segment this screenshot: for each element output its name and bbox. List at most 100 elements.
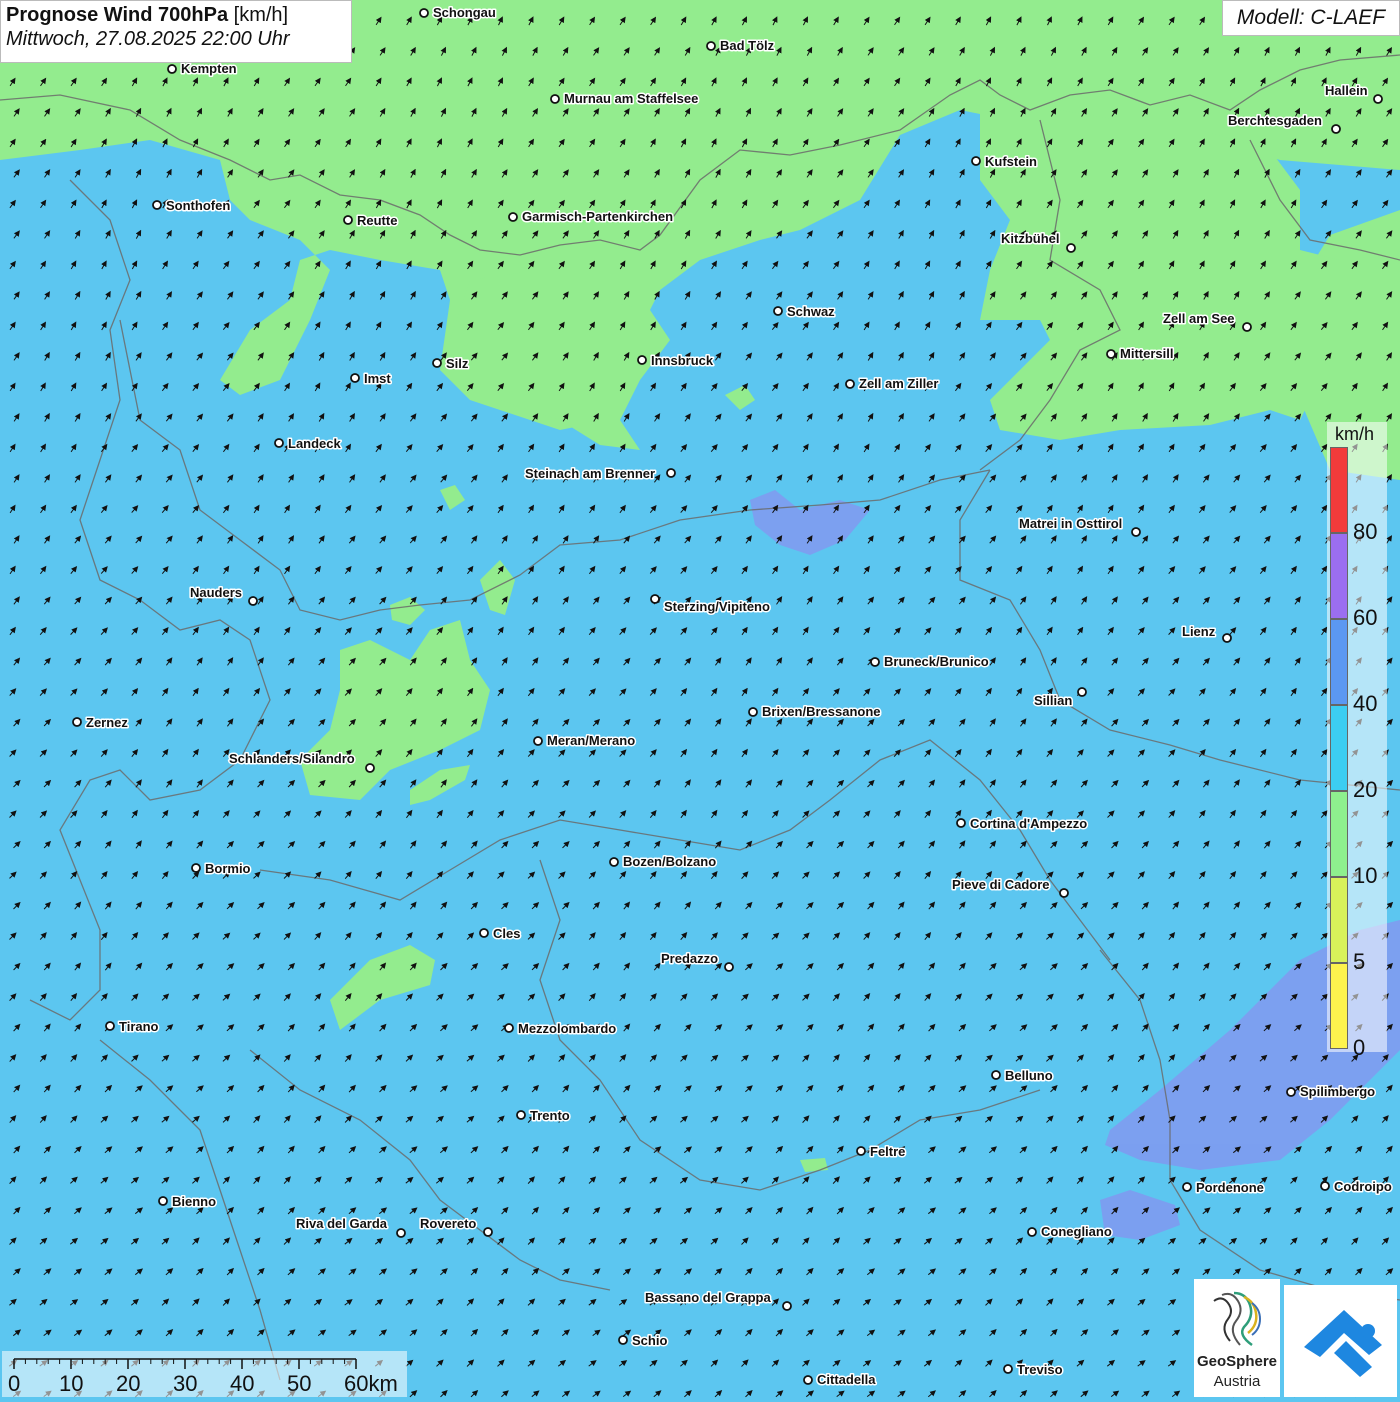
svg-text:Mezzolombardo: Mezzolombardo bbox=[518, 1021, 616, 1036]
city-bozen[interactable]: Bozen/Bolzano bbox=[609, 853, 718, 871]
legend-swatch bbox=[1330, 705, 1348, 791]
svg-text:Kufstein: Kufstein bbox=[985, 154, 1037, 169]
svg-text:Spilimbergo: Spilimbergo bbox=[1300, 1084, 1375, 1099]
svg-text:Sillian: Sillian bbox=[1034, 693, 1072, 708]
scale-label: 50 bbox=[287, 1371, 312, 1396]
svg-text:Schongau: Schongau bbox=[433, 5, 496, 20]
city-cortina[interactable]: Cortina d'Ampezzo bbox=[956, 815, 1089, 833]
map-title: Prognose Wind 700hPa [km/h] bbox=[6, 4, 346, 27]
geosphere-logo[interactable]: GeoSphere Austria bbox=[1194, 1279, 1280, 1397]
svg-text:Reutte: Reutte bbox=[357, 213, 397, 228]
legend-swatch bbox=[1330, 963, 1348, 1049]
city-brixen[interactable]: Brixen/Bressanone bbox=[748, 703, 882, 721]
app-arrow-icon bbox=[1304, 1310, 1382, 1377]
svg-text:Belluno: Belluno bbox=[1005, 1068, 1053, 1083]
svg-text:Zernez: Zernez bbox=[86, 715, 128, 730]
svg-text:Hallein: Hallein bbox=[1325, 83, 1368, 98]
svg-text:Codroipo: Codroipo bbox=[1334, 1179, 1392, 1194]
geosphere-mark-icon bbox=[1213, 1291, 1262, 1347]
svg-text:Feltre: Feltre bbox=[870, 1144, 905, 1159]
map-title-unit: [km/h] bbox=[233, 4, 289, 26]
svg-text:Cortina d'Ampezzo: Cortina d'Ampezzo bbox=[970, 816, 1087, 831]
svg-text:Murnau am Staffelsee: Murnau am Staffelsee bbox=[564, 91, 698, 106]
svg-text:Riva del Garda: Riva del Garda bbox=[296, 1216, 388, 1231]
svg-text:Silz: Silz bbox=[446, 356, 469, 371]
scale-label: 10 bbox=[59, 1371, 84, 1396]
legend-tick-label: 40 bbox=[1353, 691, 1378, 716]
legend-swatch bbox=[1330, 877, 1348, 963]
city-zell-am-ziller[interactable]: Zell am Ziller bbox=[845, 375, 940, 393]
svg-text:Kitzbühel: Kitzbühel bbox=[1001, 231, 1060, 246]
svg-text:Predazzo: Predazzo bbox=[661, 951, 718, 966]
scale-label: 40 bbox=[230, 1371, 255, 1396]
svg-text:Bienno: Bienno bbox=[172, 1194, 216, 1209]
svg-text:Tirano: Tirano bbox=[119, 1019, 159, 1034]
svg-text:Landeck: Landeck bbox=[288, 436, 342, 451]
svg-text:Kempten: Kempten bbox=[181, 61, 237, 76]
city-garmisch[interactable]: Garmisch-Partenkirchen bbox=[508, 208, 675, 226]
svg-text:Pieve di Cadore: Pieve di Cadore bbox=[952, 877, 1050, 892]
map-title-main: Prognose Wind 700hPa bbox=[6, 4, 229, 26]
svg-text:Mittersill: Mittersill bbox=[1120, 346, 1173, 361]
scale-label: 60km bbox=[344, 1371, 398, 1396]
svg-text:Lienz: Lienz bbox=[1182, 624, 1216, 639]
geosphere-subtitle: Austria bbox=[1213, 1373, 1261, 1390]
svg-text:Berchtesgaden: Berchtesgaden bbox=[1228, 113, 1322, 128]
legend-swatch bbox=[1330, 791, 1348, 877]
svg-text:Bozen/Bolzano: Bozen/Bolzano bbox=[623, 854, 716, 869]
svg-text:Matrei in Osttirol: Matrei in Osttirol bbox=[1019, 516, 1122, 531]
svg-text:Bassano del Grappa: Bassano del Grappa bbox=[645, 1290, 771, 1305]
city-spilimbergo[interactable]: Spilimbergo bbox=[1286, 1083, 1377, 1101]
svg-text:Nauders: Nauders bbox=[190, 585, 242, 600]
wind-map: Schongau Bad Tölz Kempten Murnau am Staf… bbox=[0, 0, 1400, 1400]
scale-label: 20 bbox=[116, 1371, 141, 1396]
geosphere-name: GeoSphere bbox=[1196, 1353, 1278, 1370]
svg-text:Pordenone: Pordenone bbox=[1196, 1180, 1264, 1195]
city-murnau[interactable]: Murnau am Staffelsee bbox=[550, 90, 700, 108]
svg-text:Schlanders/Silandro: Schlanders/Silandro bbox=[229, 751, 355, 766]
city-meran[interactable]: Meran/Merano bbox=[533, 732, 637, 750]
svg-text:Zell am Ziller: Zell am Ziller bbox=[859, 376, 938, 391]
legend-tick-label: 10 bbox=[1353, 863, 1378, 888]
svg-text:Schio: Schio bbox=[632, 1333, 667, 1348]
scale-label: 30 bbox=[173, 1371, 198, 1396]
svg-text:Rovereto: Rovereto bbox=[420, 1216, 476, 1231]
model-label: Modell: C-LAEF bbox=[1222, 0, 1400, 36]
scale-label: 0 bbox=[8, 1371, 21, 1396]
legend-swatch bbox=[1330, 533, 1348, 619]
city-conegliano[interactable]: Conegliano bbox=[1027, 1223, 1113, 1241]
svg-text:Imst: Imst bbox=[364, 371, 391, 386]
city-bruneck[interactable]: Bruneck/Brunico bbox=[870, 653, 990, 671]
svg-text:Schwaz: Schwaz bbox=[787, 304, 835, 319]
legend-tick-label: 5 bbox=[1353, 949, 1366, 974]
scale-bar: 0 10 20 30 40 50 60km bbox=[2, 1351, 407, 1397]
svg-text:Innsbruck: Innsbruck bbox=[651, 353, 714, 368]
svg-text:Cles: Cles bbox=[493, 926, 520, 941]
legend-tick-label: 80 bbox=[1353, 519, 1378, 544]
legend-swatch bbox=[1330, 447, 1348, 533]
legend-unit: km/h bbox=[1335, 424, 1375, 444]
svg-text:Treviso: Treviso bbox=[1017, 1362, 1063, 1377]
svg-text:Garmisch-Partenkirchen: Garmisch-Partenkirchen bbox=[522, 209, 673, 224]
city-pordenone[interactable]: Pordenone bbox=[1182, 1179, 1265, 1197]
svg-text:Bruneck/Brunico: Bruneck/Brunico bbox=[884, 654, 989, 669]
svg-text:Conegliano: Conegliano bbox=[1041, 1224, 1112, 1239]
wetter-app-logo[interactable] bbox=[1284, 1285, 1397, 1397]
legend-tick-label: 20 bbox=[1353, 777, 1378, 802]
svg-text:Sonthofen: Sonthofen bbox=[166, 198, 230, 213]
color-legend: km/h 0 5 10 20 40 60 80 bbox=[1327, 422, 1387, 1060]
svg-text:Cittadella: Cittadella bbox=[817, 1372, 876, 1387]
svg-text:Bormio: Bormio bbox=[205, 861, 251, 876]
svg-text:Steinach am Brenner: Steinach am Brenner bbox=[525, 466, 655, 481]
small-zone-e bbox=[800, 1158, 828, 1172]
svg-text:Sterzing/Vipiteno: Sterzing/Vipiteno bbox=[664, 599, 770, 614]
city-mezzolombardo[interactable]: Mezzolombardo bbox=[504, 1020, 618, 1038]
svg-text:Trento: Trento bbox=[530, 1108, 570, 1123]
svg-text:Meran/Merano: Meran/Merano bbox=[547, 733, 635, 748]
map-title-box: Prognose Wind 700hPa [km/h] Mittwoch, 27… bbox=[0, 0, 352, 63]
svg-text:Zell am See: Zell am See bbox=[1163, 311, 1235, 326]
city-steinach[interactable]: Steinach am Brenner bbox=[524, 465, 676, 483]
svg-text:Bad Tölz: Bad Tölz bbox=[720, 38, 775, 53]
legend-swatch bbox=[1330, 619, 1348, 705]
legend-tick-label: 0 bbox=[1353, 1035, 1366, 1060]
